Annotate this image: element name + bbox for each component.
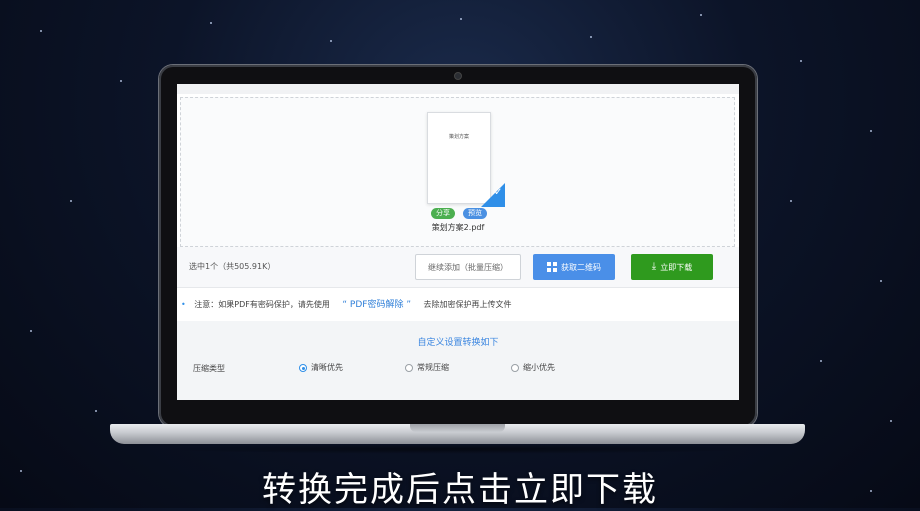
- preview-badge[interactable]: 预览: [463, 208, 487, 219]
- radio-selected-icon[interactable]: [299, 363, 307, 372]
- radio-size-first[interactable]: 缩小优先: [511, 362, 555, 373]
- pdf-password-removal-link[interactable]: “ PDF密码解除 ”: [342, 300, 411, 310]
- add-more-button[interactable]: 继续添加（批量压缩）: [415, 254, 521, 280]
- laptop-notch: [410, 424, 505, 432]
- password-notice: • 注意：如果PDF有密码保护，请先使用 “ PDF密码解除 ” 去除加密保护再…: [181, 297, 512, 310]
- webcam-icon: [454, 72, 462, 80]
- bullet-icon: •: [181, 300, 186, 309]
- compression-type-label: 压缩类型: [193, 364, 225, 373]
- thumbnail-title: 策划方案: [448, 134, 469, 140]
- file-name: 策划方案2.pdf: [431, 223, 485, 232]
- checkmark-icon: ✓: [494, 187, 503, 198]
- selection-summary: 选中1个（共505.91K）: [189, 262, 276, 271]
- action-bar: 选中1个（共505.91K） 继续添加（批量压缩） 获取二维码 ⤓ 立即下载: [177, 247, 739, 288]
- share-badge[interactable]: 分享: [431, 208, 455, 219]
- radio-label: 缩小优先: [523, 363, 555, 372]
- download-button-label: 立即下载: [660, 262, 693, 272]
- radio-label: 清晰优先: [311, 363, 343, 372]
- radio-clarity-first[interactable]: 清晰优先: [299, 362, 343, 373]
- settings-title: 自定义设置转换如下: [417, 338, 499, 348]
- download-icon: ⤓: [651, 261, 657, 272]
- qr-button-label: 获取二维码: [561, 262, 601, 272]
- radio-unselected-icon[interactable]: [511, 363, 519, 372]
- laptop-screen: 策划方案 ✓ 分享 预览 策划方案2.pdf 选中1个（共505.91K） 继续…: [177, 84, 739, 400]
- notice-prefix: 注意：如果PDF有密码保护，请先使用: [194, 300, 330, 309]
- laptop-shadow: [150, 444, 765, 454]
- laptop-lid: 策划方案 ✓ 分享 预览 策划方案2.pdf 选中1个（共505.91K） 继续…: [159, 65, 757, 427]
- file-drop-zone[interactable]: 策划方案 ✓ 分享 预览 策划方案2.pdf: [180, 97, 735, 247]
- download-now-button[interactable]: ⤓ 立即下载: [631, 254, 713, 280]
- notice-suffix: 去除加密保护再上传文件: [423, 300, 512, 309]
- qr-code-icon: [547, 262, 557, 272]
- radio-unselected-icon[interactable]: [405, 363, 413, 372]
- radio-label: 常规压缩: [417, 363, 449, 372]
- radio-normal-compression[interactable]: 常规压缩: [405, 362, 449, 373]
- add-more-label: 继续添加（批量压缩）: [428, 262, 508, 272]
- custom-settings-panel: 自定义设置转换如下 压缩类型 清晰优先 常规压缩 缩小优先: [177, 321, 739, 400]
- get-qr-code-button[interactable]: 获取二维码: [533, 254, 615, 280]
- laptop-base: [110, 424, 805, 444]
- page-top-strip: [177, 84, 739, 94]
- video-caption: 转换完成后点击立即下载: [262, 470, 658, 510]
